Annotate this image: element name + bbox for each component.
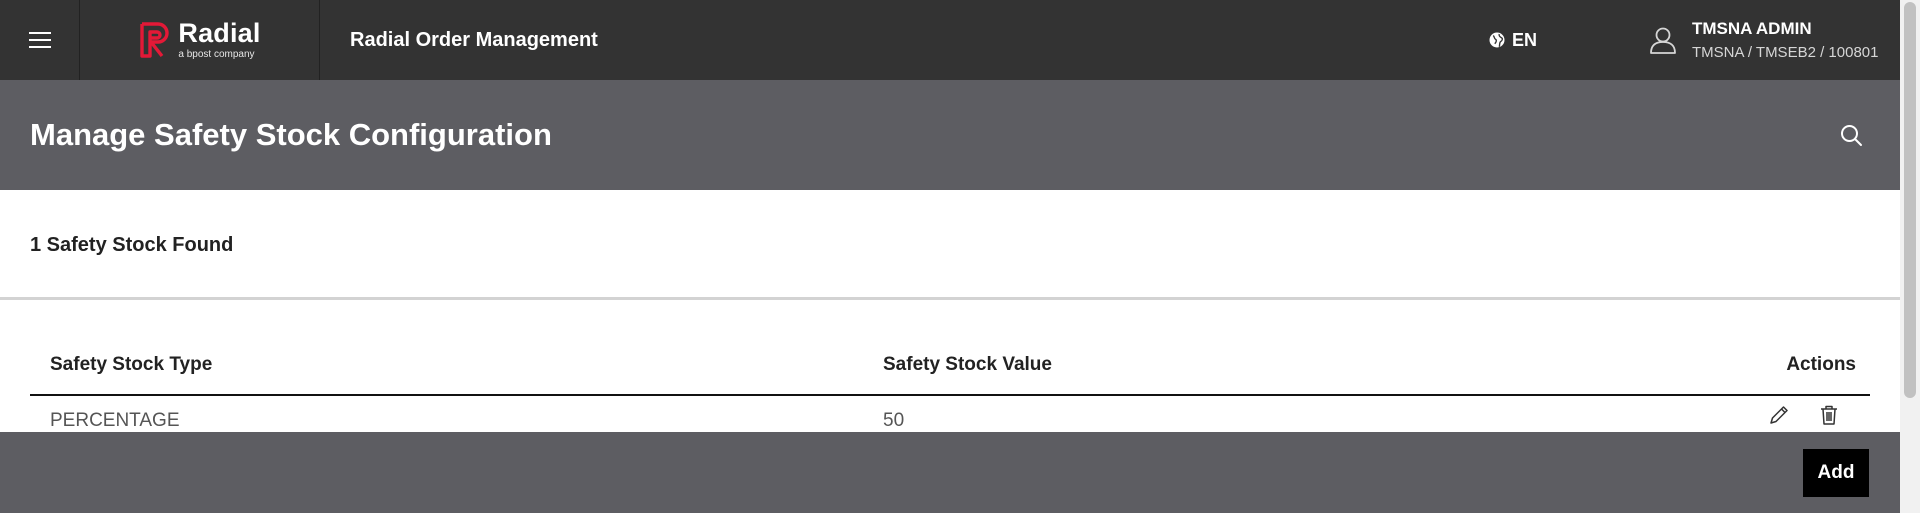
add-button[interactable]: Add (1803, 449, 1869, 497)
user-menu[interactable]: TMSNA ADMIN TMSNA / TMSEB2 / 100801 (1648, 0, 1878, 80)
cell-safety-stock-type: PERCENTAGE (50, 410, 180, 431)
edit-button[interactable] (1768, 404, 1790, 426)
hamburger-menu-icon (28, 27, 51, 53)
vertical-scrollbar[interactable] (1900, 0, 1920, 513)
radial-logo-icon (140, 22, 170, 58)
delete-button[interactable] (1818, 404, 1840, 426)
column-header-actions: Actions (1786, 354, 1856, 375)
row-actions (1768, 404, 1840, 426)
user-info: TMSNA ADMIN TMSNA / TMSEB2 / 100801 (1692, 19, 1878, 60)
column-header-safety-stock-value: Safety Stock Value (883, 354, 1052, 375)
scrollbar-thumb[interactable] (1904, 2, 1916, 398)
language-selector[interactable]: EN (1488, 0, 1537, 80)
results-count: 1 Safety Stock Found (30, 233, 234, 256)
search-icon (1841, 125, 1862, 146)
brand-name: Radial (178, 18, 261, 48)
top-navigation-bar: Radial a bpost company Radial Order Mana… (0, 0, 1900, 80)
hamburger-menu-button[interactable] (0, 0, 80, 80)
language-code: EN (1512, 29, 1538, 50)
column-header-safety-stock-type: Safety Stock Type (50, 354, 213, 375)
edit-icon (1770, 406, 1788, 424)
globe-icon (1489, 32, 1505, 48)
user-icon (1650, 27, 1676, 54)
user-organization: TMSNA / TMSEB2 / 100801 (1692, 43, 1879, 61)
brand-text: Radial a bpost company (178, 20, 260, 60)
page-header: Manage Safety Stock Configuration (0, 80, 1900, 190)
app-title: Radial Order Management (350, 28, 598, 51)
brand-tagline: a bpost company (178, 49, 255, 60)
cell-safety-stock-value: 50 (883, 410, 905, 431)
search-button[interactable] (1836, 120, 1866, 150)
delete-icon (1821, 405, 1837, 425)
brand-logo[interactable]: Radial a bpost company (80, 0, 320, 80)
results-summary: 1 Safety Stock Found (0, 190, 1900, 300)
page-title: Manage Safety Stock Configuration (30, 117, 552, 152)
table-header: Safety Stock Type Safety Stock Value Act… (30, 340, 1870, 396)
footer-action-bar: Add (0, 432, 1900, 513)
user-name: TMSNA ADMIN (1692, 19, 1812, 39)
